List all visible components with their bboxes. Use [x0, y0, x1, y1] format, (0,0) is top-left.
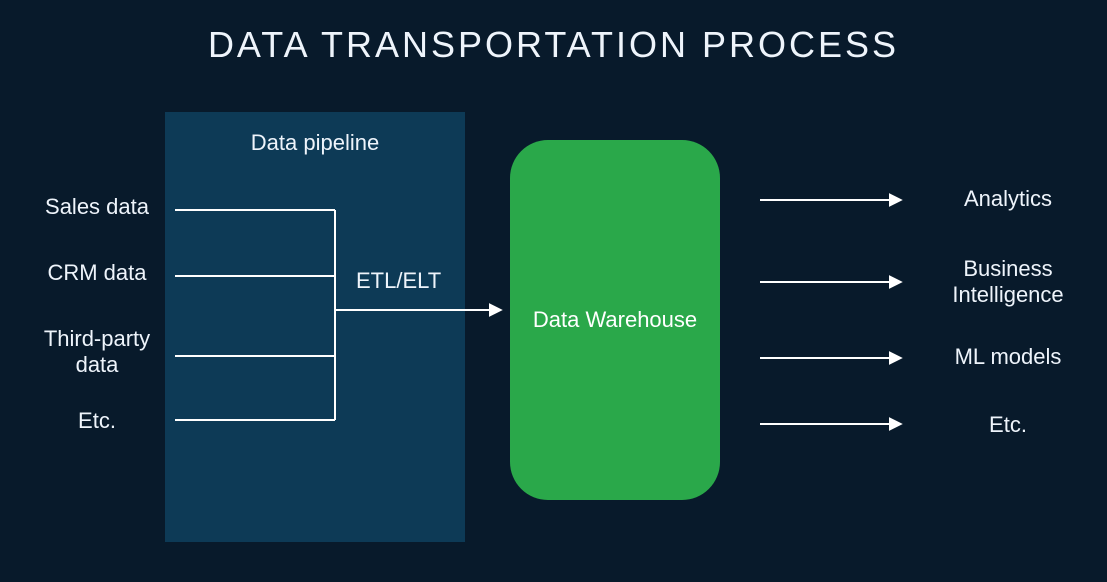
etl-label: ETL/ELT — [356, 268, 441, 294]
source-sales: Sales data — [22, 194, 172, 220]
source-crm: CRM data — [22, 260, 172, 286]
source-third-party: Third-party data — [22, 326, 172, 378]
pipeline-box — [165, 112, 465, 542]
page-title: DATA TRANSPORTATION PROCESS — [0, 24, 1107, 66]
data-warehouse: Data Warehouse — [510, 140, 720, 500]
pipeline-title: Data pipeline — [165, 130, 465, 156]
output-etc: Etc. — [928, 412, 1088, 438]
warehouse-label: Data Warehouse — [533, 306, 697, 335]
output-bi: Business Intelligence — [928, 256, 1088, 309]
source-etc: Etc. — [22, 408, 172, 434]
output-analytics: Analytics — [928, 186, 1088, 212]
output-ml: ML models — [928, 344, 1088, 370]
